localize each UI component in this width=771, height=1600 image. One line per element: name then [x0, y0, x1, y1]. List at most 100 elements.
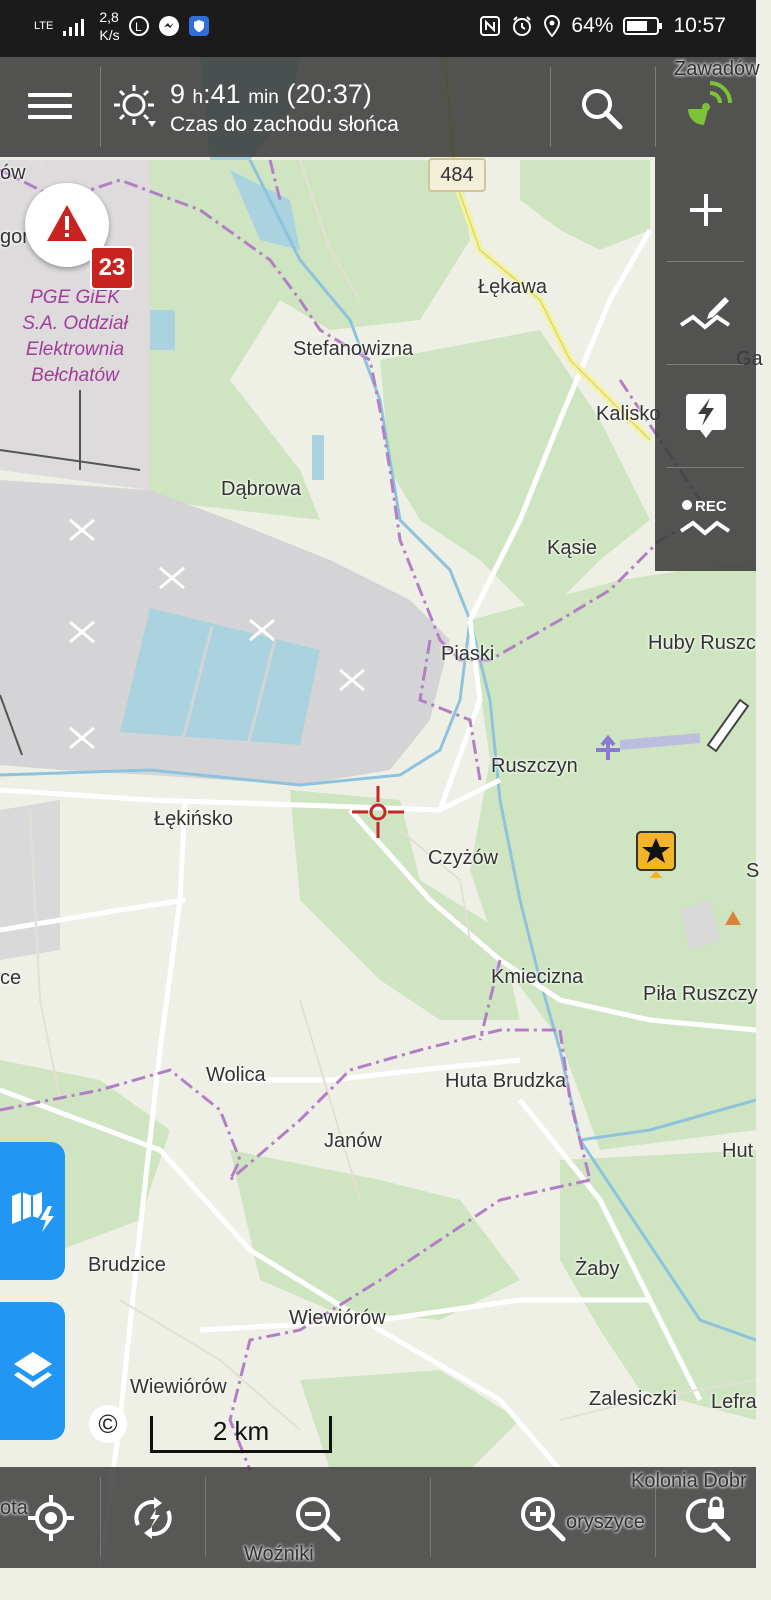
place-label: Zawadów	[674, 58, 760, 80]
l-circle-icon: L	[128, 16, 149, 36]
route-planner-button[interactable]	[655, 262, 756, 364]
place-label: Kmiecizna	[491, 966, 584, 988]
divider	[100, 67, 101, 147]
alarm-icon	[513, 16, 532, 36]
place-label: Kolonia Dobr	[631, 1470, 747, 1492]
rotate-map-icon	[134, 1497, 172, 1539]
place-label: Kalisko	[596, 403, 661, 425]
zoom-in-button[interactable]	[515, 1491, 569, 1545]
clock: 10:57	[673, 14, 726, 37]
place-label: Łękawa	[478, 276, 547, 298]
search-button[interactable]	[578, 85, 624, 136]
place-label: Lefra	[711, 1391, 757, 1413]
place-label: Kąsie	[547, 537, 598, 559]
sunset-info[interactable]: 9 h:41 min (20:37) Czas do zachodu słońc…	[112, 79, 552, 139]
lock-zoom-button[interactable]	[680, 1491, 734, 1545]
sun-hours: 9	[170, 79, 186, 109]
hamburger-icon	[28, 93, 72, 119]
copyright-button[interactable]: ©	[89, 1405, 127, 1443]
place-label: ota	[0, 1497, 28, 1519]
my-location-button[interactable]	[24, 1491, 78, 1545]
place-label: Żaby	[575, 1258, 620, 1280]
place-label: ów	[0, 162, 26, 184]
svg-text:L: L	[135, 20, 142, 34]
rec-track-icon: REC	[679, 498, 730, 536]
divider	[205, 1477, 206, 1557]
map-lightning-button[interactable]	[0, 1142, 65, 1280]
zoom-out-icon	[296, 1497, 341, 1542]
status-bar-right: 64% 10:57	[479, 14, 726, 38]
zoom-out-button[interactable]	[290, 1491, 344, 1545]
place-label: ce	[0, 967, 22, 989]
place-label: Wiewiórów	[130, 1376, 227, 1398]
plus-icon	[689, 194, 722, 226]
divider	[430, 1477, 431, 1557]
place-label: Piła Ruszczy	[643, 983, 758, 1005]
quick-action-button[interactable]	[655, 365, 756, 467]
gps-satellite-icon	[688, 81, 732, 125]
gps-button[interactable]	[680, 79, 732, 136]
status-bar-left: LTE 2,8 K/s L	[34, 8, 210, 44]
route-planner-icon	[679, 297, 730, 330]
right-toolbar: REC	[655, 157, 756, 571]
place-label: S	[746, 860, 760, 882]
poi-line-3: Elektrownia	[25, 339, 125, 360]
warnings-count-badge: 23	[90, 246, 134, 290]
battery-icon	[623, 17, 663, 35]
place-label: Wiewiórów	[289, 1307, 386, 1329]
location-icon	[544, 15, 561, 37]
network-speed-value: 2,8	[99, 9, 119, 25]
place-label: Czyżów	[428, 847, 499, 869]
svg-text:REC: REC	[695, 498, 727, 515]
place-label: oryszyce	[566, 1511, 645, 1533]
shield-app-icon	[188, 16, 209, 36]
road-number-sign: 484	[428, 158, 486, 192]
divider	[550, 67, 551, 147]
place-label: Huby Ruszc	[648, 632, 756, 654]
place-label: Brudzice	[88, 1254, 166, 1276]
airstrip	[619, 733, 701, 750]
place-label: Stefanowizna	[293, 338, 414, 360]
search-icon	[582, 89, 623, 130]
my-location-icon	[28, 1495, 74, 1541]
place-label: Ruszczyn	[491, 755, 578, 777]
place-label: Piaski	[441, 643, 495, 665]
map-lightning-icon	[11, 1192, 54, 1232]
place-label: Łękińsko	[154, 808, 233, 830]
messenger-icon	[158, 16, 179, 36]
sunset-label: Czas do zachodu słońca	[170, 113, 399, 136]
divider	[100, 1477, 101, 1557]
scale-bar: 2 km	[150, 1416, 332, 1453]
lock-zoom-icon	[685, 1496, 731, 1542]
place-label: Dąbrowa	[221, 478, 302, 500]
nfc-icon	[480, 16, 501, 36]
network-speed-unit: K/s	[99, 27, 120, 43]
top-bar: 9 h:41 min (20:37) Czas do zachodu słońc…	[0, 57, 756, 157]
sun-hours-unit: h	[192, 87, 204, 108]
zoom-in-icon	[521, 1497, 566, 1542]
lightning-bubble-icon	[685, 394, 726, 438]
record-track-button[interactable]: REC	[655, 468, 756, 570]
divider	[655, 67, 656, 147]
poi-line-4: Bełchatów	[31, 365, 119, 386]
place-label: Zalesiczki	[589, 1388, 677, 1410]
sunset-icon	[114, 85, 156, 127]
status-bar: LTE 2,8 K/s L 64% 10:57	[0, 0, 756, 57]
poi-line-2: S.A. Oddział	[22, 313, 128, 334]
sun-minutes: :41	[203, 79, 241, 109]
sunset-countdown: 9 h:41 min (20:37)	[170, 79, 372, 110]
sunset-time: (20:37)	[286, 79, 372, 109]
layers-button[interactable]	[0, 1302, 65, 1440]
menu-button[interactable]	[28, 93, 72, 121]
sun-minutes-unit: min	[248, 87, 279, 108]
rotate-map-button[interactable]	[126, 1491, 180, 1545]
poi-label-power-plant: PGE GiEK S.A. Oddział Elektrownia Bełcha…	[10, 285, 140, 389]
layers-icon	[13, 1352, 52, 1388]
place-label: Janów	[324, 1130, 382, 1152]
place-label: Woźniki	[244, 1543, 314, 1565]
place-label: Wolica	[206, 1064, 266, 1086]
scale-label: 2 km	[212, 1416, 270, 1446]
network-type: LTE	[34, 20, 54, 32]
battery-percent: 64%	[571, 14, 614, 37]
zoom-plus-button[interactable]	[655, 159, 756, 261]
